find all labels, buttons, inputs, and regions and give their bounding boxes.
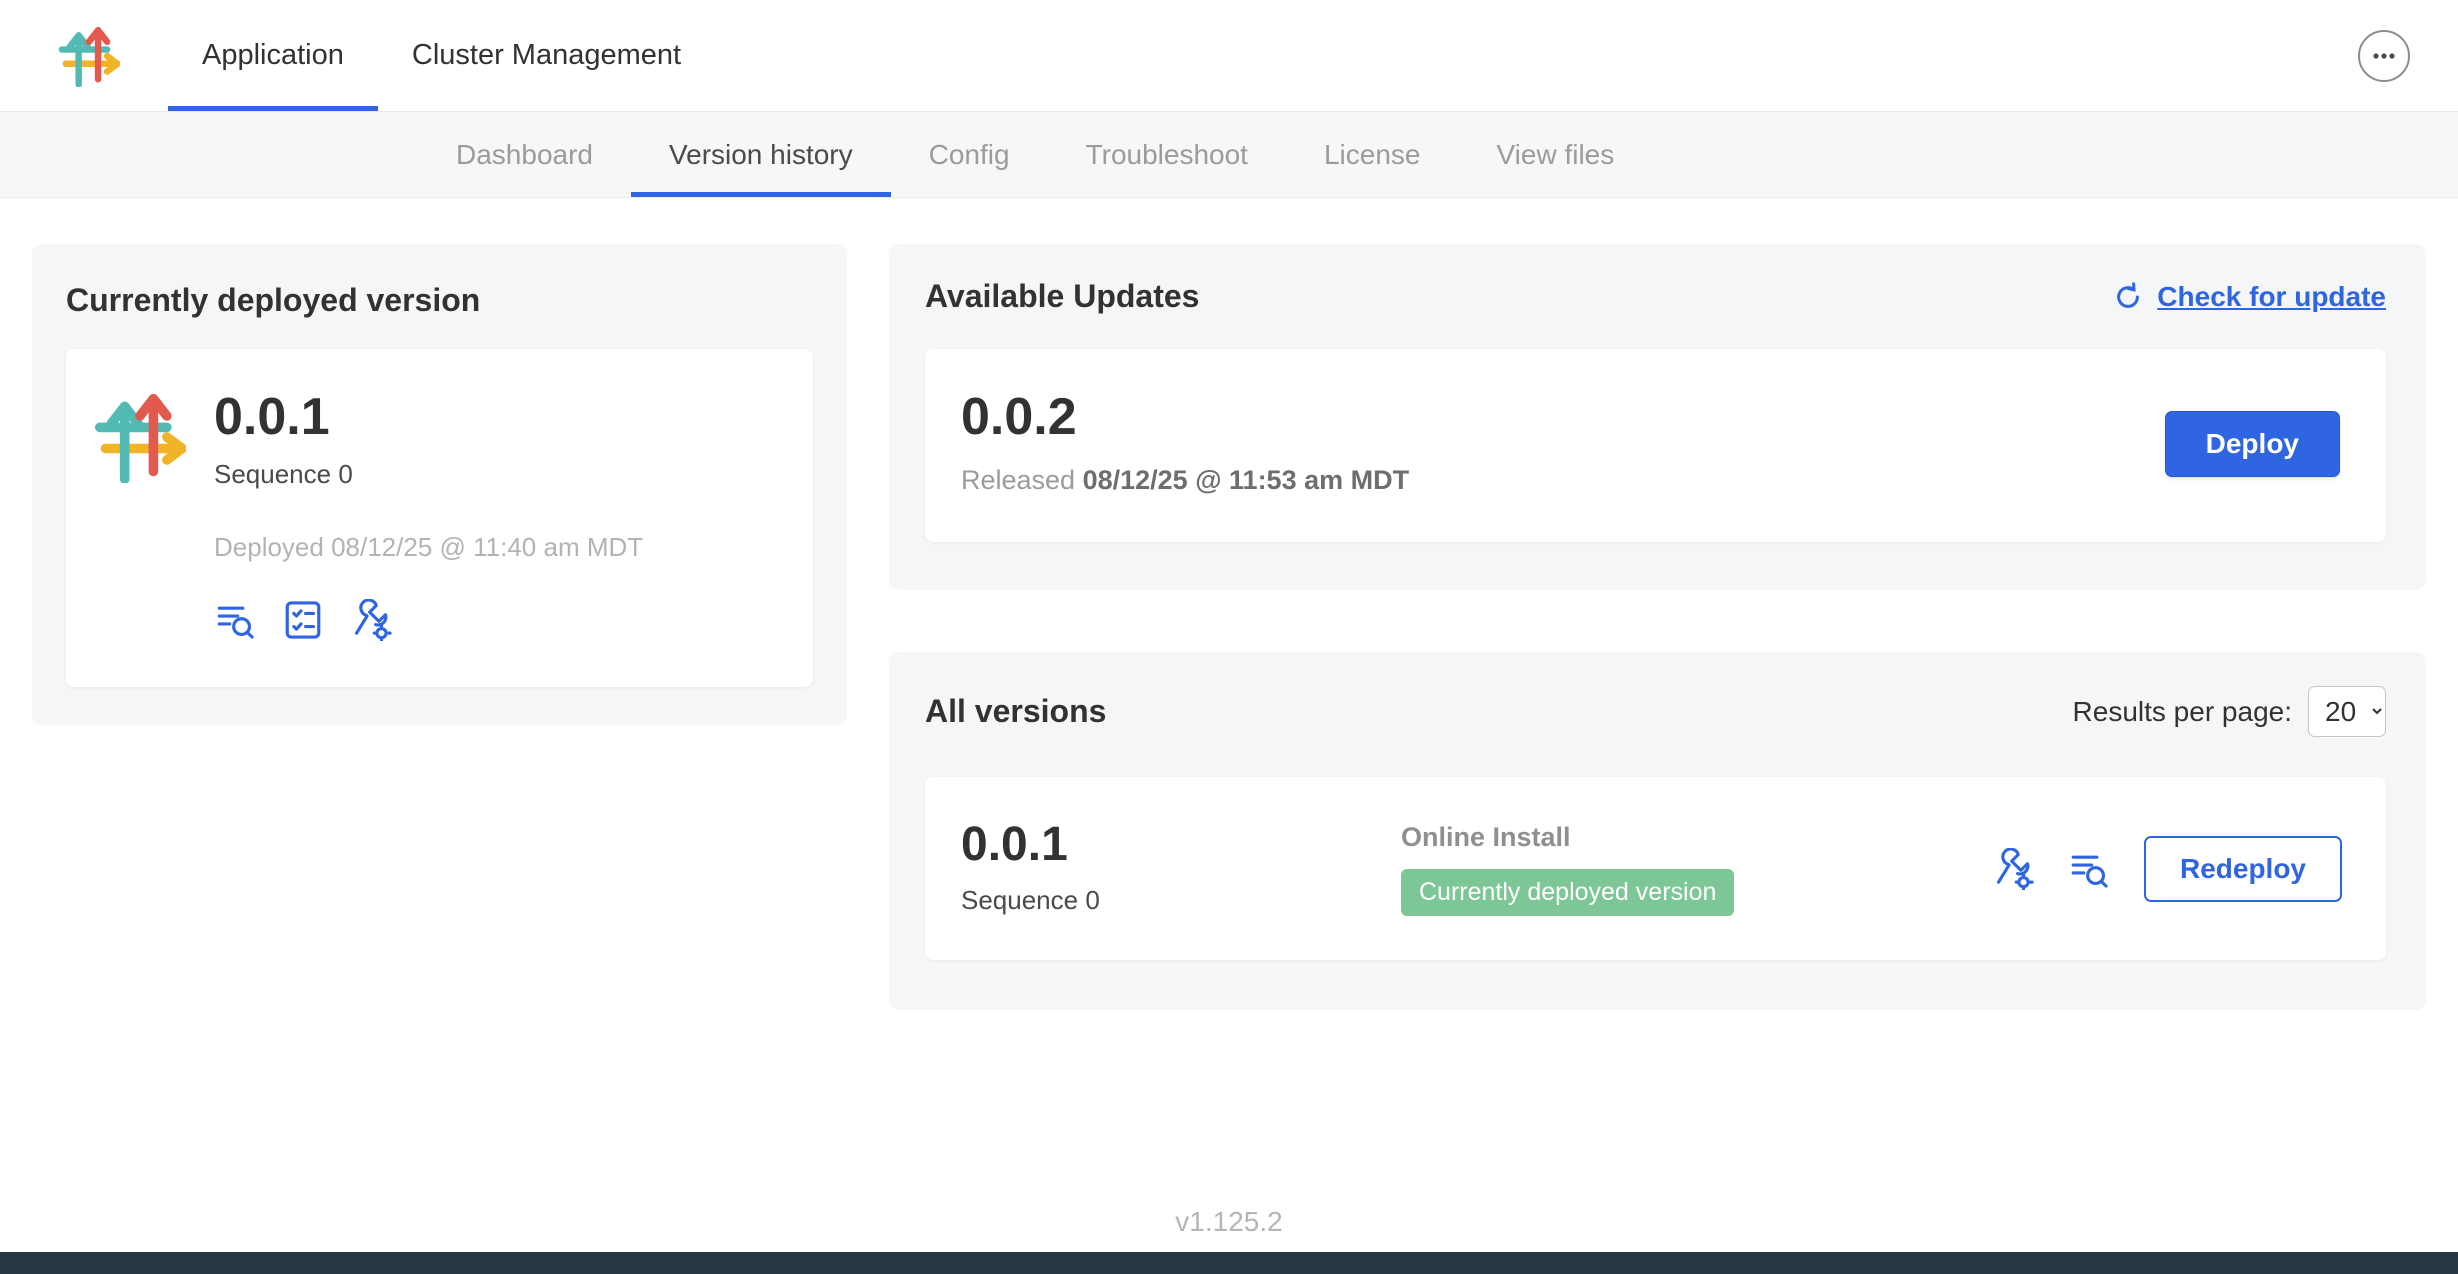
tab-cluster-management[interactable]: Cluster Management [378,0,715,111]
preflight-checks-icon[interactable] [282,599,324,641]
subnav-item-version-history[interactable]: Version history [631,112,891,197]
available-updates-title: Available Updates [925,278,1199,315]
results-per-page: Results per page: 20 [2073,686,2386,737]
app-logo [58,0,120,111]
deployed-version-details: 0.0.1 Sequence 0 Deployed 08/12/25 @ 11:… [214,391,643,641]
update-version-number: 0.0.2 [961,391,1409,443]
version-row-details: 0.0.1 Sequence 0 [961,821,1401,916]
update-row: 0.0.2 Released 08/12/25 @ 11:53 am MDT D… [925,349,2386,542]
all-versions-header: All versions Results per page: 20 [925,686,2386,737]
overflow-menu-button[interactable] [2358,30,2410,82]
release-notes-icon[interactable] [214,599,256,641]
released-timestamp: 08/12/25 @ 11:53 am MDT [1083,465,1410,495]
all-versions-title: All versions [925,693,1106,730]
released-prefix: Released [961,465,1083,495]
subnav-item-config[interactable]: Config [891,112,1048,197]
subnav-item-license[interactable]: License [1286,112,1459,197]
subnav-label-dashboard: Dashboard [456,139,593,171]
check-for-update-label: Check for update [2157,281,2386,313]
currently-deployed-title: Currently deployed version [66,282,813,319]
subnav-label-view-files: View files [1496,139,1614,171]
deployed-timestamp: Deployed 08/12/25 @ 11:40 am MDT [214,532,643,563]
subnav-label-troubleshoot: Troubleshoot [1086,139,1248,171]
redeploy-button[interactable]: Redeploy [2144,836,2342,902]
deployed-version-number: 0.0.1 [214,391,643,443]
main-content: Currently deployed version 0.0.1 Sequenc… [0,198,2458,1010]
ellipsis-icon [2369,41,2399,71]
results-per-page-label: Results per page: [2073,696,2292,728]
currently-deployed-card: Currently deployed version 0.0.1 Sequenc… [32,244,847,725]
subnav-label-config: Config [929,139,1010,171]
app-subnav: Dashboard Version history Config Trouble… [0,112,2458,198]
top-header: Application Cluster Management [0,0,2458,112]
results-per-page-select[interactable]: 20 [2308,686,2386,737]
subnav-item-troubleshoot[interactable]: Troubleshoot [1048,112,1286,197]
tab-cluster-management-label: Cluster Management [412,39,681,72]
deploy-button[interactable]: Deploy [2165,411,2340,477]
bottom-bar [0,1252,2458,1274]
version-row-status: Online Install Currently deployed versio… [1401,822,1992,916]
app-logo-icon [58,25,120,87]
deployed-sequence: Sequence 0 [214,459,643,490]
check-for-update-link[interactable]: Check for update [2113,281,2386,313]
update-released-line: Released 08/12/25 @ 11:53 am MDT [961,465,1409,496]
all-versions-card: All versions Results per page: 20 0.0.1 … [889,652,2426,1010]
right-column: Available Updates Check for update 0.0.2… [889,244,2426,1010]
tab-application[interactable]: Application [168,0,378,111]
subnav-item-view-files[interactable]: View files [1458,112,1652,197]
subnav-item-dashboard[interactable]: Dashboard [418,112,631,197]
version-row-actions: Redeploy [1992,836,2342,902]
install-type-label: Online Install [1401,822,1992,853]
console-version: v1.125.2 [0,1206,2458,1238]
subnav-label-license: License [1324,139,1421,171]
row-sequence: Sequence 0 [961,885,1401,916]
available-updates-card: Available Updates Check for update 0.0.2… [889,244,2426,590]
deployed-actions [214,599,643,641]
release-notes-icon[interactable] [2068,848,2110,890]
subnav-label-version-history: Version history [669,139,853,171]
row-version-number: 0.0.1 [961,821,1401,869]
app-logo-icon [94,391,186,483]
view-config-icon[interactable] [350,599,392,641]
view-config-icon[interactable] [1992,848,2034,890]
refresh-icon [2113,282,2143,312]
tab-application-label: Application [202,39,344,72]
header-right [2358,0,2410,111]
version-row: 0.0.1 Sequence 0 Online Install Currentl… [925,777,2386,960]
update-details: 0.0.2 Released 08/12/25 @ 11:53 am MDT [961,391,1409,496]
currently-deployed-badge: Currently deployed version [1401,869,1734,916]
available-updates-header: Available Updates Check for update [925,278,2386,315]
deployed-version-panel: 0.0.1 Sequence 0 Deployed 08/12/25 @ 11:… [66,349,813,687]
